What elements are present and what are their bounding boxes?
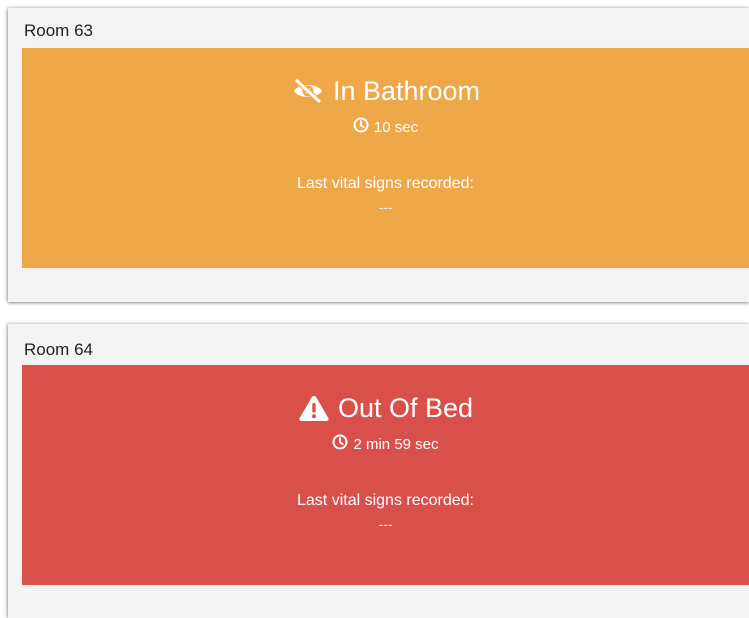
status-line: In Bathroom <box>22 75 749 107</box>
status-line: Out Of Bed <box>22 392 749 424</box>
room-card-64[interactable]: Room 64 Out Of Bed 2 min 59 sec Last vit… <box>8 324 749 618</box>
vitals-label: Last vital signs recorded: <box>297 492 474 509</box>
status-text: Out Of Bed <box>337 393 474 423</box>
warning-triangle-icon <box>298 394 330 422</box>
room-title: Room 64 <box>24 340 93 359</box>
vitals-value: --- <box>378 199 393 215</box>
vitals-label: Last vital signs recorded: <box>297 175 474 192</box>
vitals-value: --- <box>378 516 393 532</box>
timer-line: 2 min 59 sec <box>22 434 749 455</box>
timer-text: 2 min 59 sec <box>353 435 439 453</box>
room-title: Room 63 <box>24 21 93 40</box>
status-panel-out-of-bed[interactable]: Out Of Bed 2 min 59 sec Last vital signs… <box>22 365 749 585</box>
eye-slash-icon <box>291 77 325 105</box>
timer-text: 10 sec <box>373 118 419 136</box>
clock-icon <box>353 117 369 138</box>
status-panel-bathroom[interactable]: In Bathroom 10 sec Last vital signs reco… <box>22 48 749 268</box>
timer-line: 10 sec <box>22 117 749 138</box>
status-text: In Bathroom <box>332 76 481 106</box>
room-card-63[interactable]: Room 63 In Bathroom 10 sec Last vital si… <box>8 8 749 302</box>
clock-icon <box>332 434 348 455</box>
